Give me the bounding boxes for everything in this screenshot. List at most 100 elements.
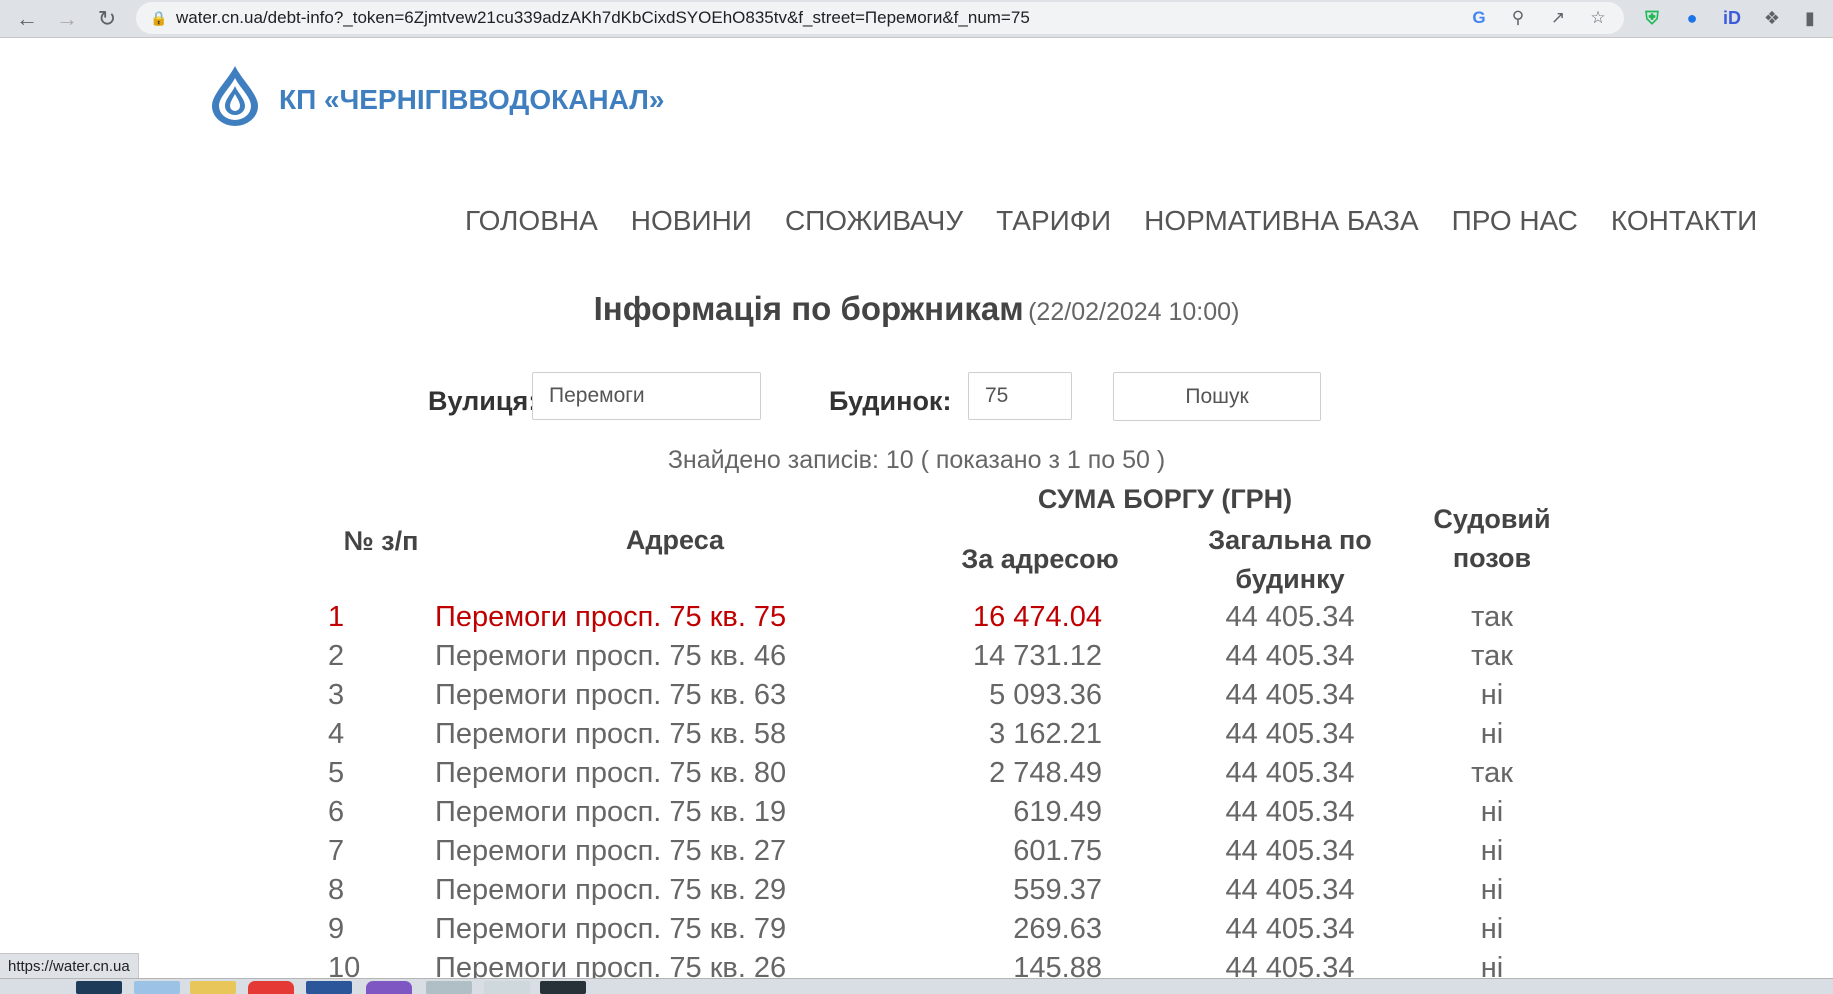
- search-button[interactable]: Пошук: [1113, 372, 1321, 421]
- row-address: Перемоги просп. 75 кв. 29: [435, 874, 787, 906]
- taskbar-viber-icon[interactable]: [366, 981, 412, 994]
- google-icon[interactable]: G: [1467, 6, 1491, 30]
- row-debt-amount: 3 162.21: [989, 718, 1102, 750]
- row-address: Перемоги просп. 75 кв. 27: [435, 835, 787, 867]
- table-row: 2 Перемоги просп. 75 кв. 46 14 731.12 44…: [0, 637, 1833, 676]
- row-court-claim: ні: [1480, 835, 1504, 867]
- row-debt-amount: 2 748.49: [989, 757, 1102, 789]
- forward-arrow-icon[interactable]: →: [52, 4, 82, 34]
- taskbar-folder-icon[interactable]: [190, 981, 236, 994]
- back-arrow-icon[interactable]: ←: [12, 4, 42, 34]
- row-debt-amount: 269.63: [1013, 913, 1102, 945]
- shield-extension-icon[interactable]: ⛨: [1638, 4, 1666, 32]
- row-court-claim: так: [1471, 640, 1513, 672]
- nav-item-about[interactable]: ПРО НАС: [1452, 205, 1578, 237]
- row-building-total: 44 405.34: [1225, 874, 1355, 906]
- nav-item-home[interactable]: ГОЛОВНА: [465, 205, 598, 237]
- taskbar-browser-icon[interactable]: [248, 981, 294, 994]
- main-navigation: ГОЛОВНА НОВИНИ СПОЖИВАЧУ ТАРИФИ НОРМАТИВ…: [465, 205, 1757, 237]
- row-number: 1: [328, 601, 345, 633]
- taskbar-app-icon[interactable]: [134, 981, 180, 994]
- table-row: 5 Перемоги просп. 75 кв. 80 2 748.49 44 …: [0, 754, 1833, 793]
- table-row: 1 Перемоги просп. 75 кв. 75 16 474.04 44…: [0, 598, 1833, 637]
- row-number: 2: [328, 640, 345, 672]
- update-timestamp: (22/02/2024 10:00): [1028, 298, 1240, 326]
- row-debt-amount: 619.49: [1013, 796, 1102, 828]
- street-label: Вулиця:: [428, 386, 538, 416]
- taskbar-app-icon[interactable]: [76, 981, 122, 994]
- row-building-total: 44 405.34: [1225, 835, 1355, 867]
- row-address: Перемоги просп. 75 кв. 80: [435, 757, 787, 789]
- header-number: № з/п: [343, 526, 419, 556]
- water-drop-logo-icon[interactable]: [208, 64, 262, 128]
- taskbar-app-icon[interactable]: [540, 981, 586, 994]
- star-icon[interactable]: ☆: [1586, 6, 1610, 30]
- nav-item-contacts[interactable]: КОНТАКТИ: [1611, 205, 1757, 237]
- puzzle-icon[interactable]: ❖: [1758, 4, 1786, 32]
- header-address: Адреса: [625, 525, 725, 555]
- site-logo-text[interactable]: КП «ЧЕРНІГІВВОДОКАНАЛ»: [279, 84, 664, 116]
- taskbar-app-icon[interactable]: [484, 981, 530, 994]
- table-row: 7 Перемоги просп. 75 кв. 27 601.75 44 40…: [0, 832, 1833, 871]
- nav-item-regulatory-base[interactable]: НОРМАТИВНА БАЗА: [1144, 205, 1418, 237]
- house-input[interactable]: [968, 372, 1072, 420]
- row-debt-amount: 5 093.36: [989, 679, 1102, 711]
- row-address: Перемоги просп. 75 кв. 58: [435, 718, 787, 750]
- row-debt-amount: 16 474.04: [972, 601, 1102, 633]
- address-bar[interactable]: 🔒 water.cn.ua/debt-info?_token=6Zjmtvew2…: [136, 2, 1624, 34]
- row-debt-amount: 601.75: [1013, 835, 1102, 867]
- header-by-building-line1: Загальна по: [1208, 525, 1372, 555]
- row-court-claim: ні: [1480, 718, 1504, 750]
- row-number: 5: [328, 757, 345, 789]
- nav-item-news[interactable]: НОВИНИ: [631, 205, 752, 237]
- table-row: 9 Перемоги просп. 75 кв. 79 269.63 44 40…: [0, 910, 1833, 949]
- row-number: 4: [328, 718, 345, 750]
- url-text[interactable]: water.cn.ua/debt-info?_token=6Zjmtvew21c…: [176, 8, 1030, 28]
- header-by-address: За адресою: [961, 544, 1119, 574]
- row-building-total: 44 405.34: [1225, 679, 1355, 711]
- nav-item-tariffs[interactable]: ТАРИФИ: [996, 205, 1111, 237]
- row-number: 6: [328, 796, 345, 828]
- row-building-total: 44 405.34: [1225, 640, 1355, 672]
- row-building-total: 44 405.34: [1225, 796, 1355, 828]
- row-address: Перемоги просп. 75 кв. 63: [435, 679, 787, 711]
- table-row: 4 Перемоги просп. 75 кв. 58 3 162.21 44 …: [0, 715, 1833, 754]
- row-building-total: 44 405.34: [1225, 601, 1355, 633]
- side-panel-icon[interactable]: ▮: [1796, 4, 1824, 32]
- row-address: Перемоги просп. 75 кв. 75: [435, 601, 787, 633]
- table-row: 8 Перемоги просп. 75 кв. 29 559.37 44 40…: [0, 871, 1833, 910]
- reload-icon[interactable]: ↻: [92, 4, 122, 34]
- id-extension-icon[interactable]: iD: [1718, 4, 1746, 32]
- taskbar: [0, 978, 1833, 994]
- street-input[interactable]: [532, 372, 761, 420]
- row-number: 3: [328, 679, 345, 711]
- share-icon[interactable]: ↗: [1546, 6, 1570, 30]
- taskbar-app-icon[interactable]: [426, 981, 472, 994]
- row-building-total: 44 405.34: [1225, 718, 1355, 750]
- row-building-total: 44 405.34: [1225, 913, 1355, 945]
- table-row: 6 Перемоги просп. 75 кв. 19 619.49 44 40…: [0, 793, 1833, 832]
- row-address: Перемоги просп. 75 кв. 46: [435, 640, 787, 672]
- row-address: Перемоги просп. 75 кв. 19: [435, 796, 787, 828]
- row-court-claim: так: [1471, 601, 1513, 633]
- row-debt-amount: 14 731.12: [972, 640, 1102, 672]
- row-court-claim: ні: [1480, 874, 1504, 906]
- taskbar-word-icon[interactable]: [306, 981, 352, 994]
- table-row: 3 Перемоги просп. 75 кв. 63 5 093.36 44 …: [0, 676, 1833, 715]
- row-number: 9: [328, 913, 345, 945]
- page-title: Інформація по боржникам (22/02/2024 10:0…: [0, 290, 1833, 328]
- header-by-building-line2: будинку: [1235, 564, 1345, 594]
- extension-icon[interactable]: ●: [1678, 4, 1706, 32]
- house-label: Будинок:: [829, 386, 952, 416]
- header-court-line2: позов: [1452, 543, 1532, 573]
- row-court-claim: ні: [1480, 913, 1504, 945]
- lock-icon[interactable]: 🔒: [150, 10, 167, 27]
- row-debt-amount: 559.37: [1013, 874, 1102, 906]
- row-court-claim: ні: [1480, 796, 1504, 828]
- nav-item-consumer[interactable]: СПОЖИВАЧУ: [785, 205, 963, 237]
- header-court-line1: Судовий: [1433, 504, 1551, 534]
- header-debt-group: СУМА БОРГУ (ГРН): [1037, 484, 1293, 514]
- zoom-icon[interactable]: ⚲: [1506, 6, 1530, 30]
- page-title-text: Інформація по боржникам: [593, 290, 1024, 327]
- status-url-tooltip: https://water.cn.ua: [0, 953, 139, 980]
